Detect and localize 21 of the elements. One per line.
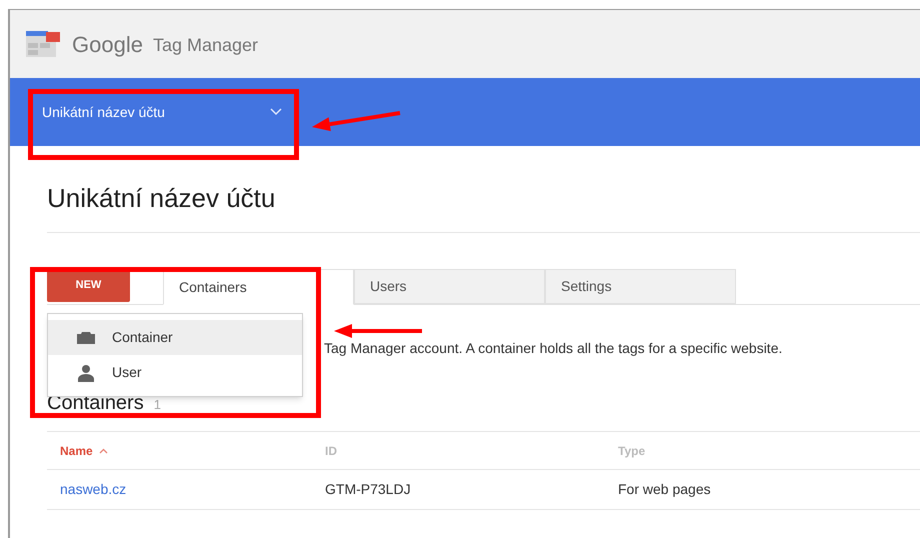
container-link[interactable]: nasweb.cz [60,480,126,496]
page-title: Unikátní název účtu [47,182,276,214]
description-text: Tag Manager account. A container holds all the tags for a specific website. [323,339,784,356]
sort-ascending-icon [98,448,108,454]
chevron-down-icon [270,108,282,116]
tag-manager-logo-icon [26,29,62,59]
folder-icon [77,332,95,344]
menu-item[interactable]: User [48,355,302,390]
product-name: Tag Manager [152,34,258,57]
tab[interactable]: Users [354,269,545,304]
new-button[interactable]: NEW [47,269,130,302]
tab[interactable]: Settings [545,269,736,304]
section-title: Containers [47,391,144,416]
tab[interactable]: Containers [163,269,354,305]
column-header[interactable]: Name [60,442,93,460]
container-count: 1 [154,396,161,414]
table-cell: GTM-P73LDJ [325,480,411,496]
person-icon [77,364,95,382]
table-cell: For web pages [618,480,711,496]
brand-name: Google [72,30,143,59]
menu-item[interactable]: Container [48,320,302,355]
